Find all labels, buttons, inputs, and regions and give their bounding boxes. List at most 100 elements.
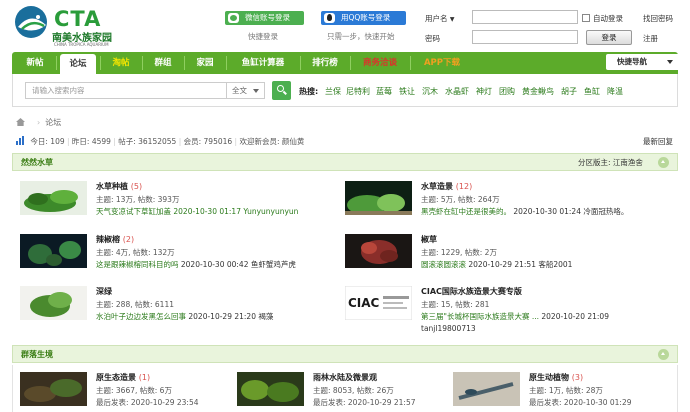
stat-newest-member[interactable]: 欢迎新会员: 颜仙黄 bbox=[239, 137, 304, 146]
svg-text:CIAC: CIAC bbox=[348, 296, 380, 310]
nav-groups[interactable]: 群组 bbox=[146, 52, 180, 74]
nav-business[interactable]: 商务洽谈 bbox=[354, 52, 406, 74]
forum-item[interactable]: 雨林水陆及微景观 主题: 8053, 帖数: 26万 最后发表: 2020-10… bbox=[237, 372, 447, 412]
qq-login-button[interactable]: 用QQ账号登录 bbox=[321, 11, 406, 25]
breadcrumb: › 论坛 bbox=[16, 117, 61, 128]
stats-chart-icon bbox=[16, 136, 26, 145]
nav-divider bbox=[100, 56, 101, 70]
forum-thumbnail bbox=[345, 234, 412, 268]
forum-item[interactable]: 辣椒榕 (2) 主题: 4万, 帖数: 132万 这是跟辣椒榕同科目的吗 202… bbox=[20, 234, 340, 274]
nav-new-posts[interactable]: 新帖 bbox=[18, 52, 52, 74]
username-label[interactable]: 用户名 ▼ bbox=[425, 13, 455, 24]
nav-forum[interactable]: 论坛 bbox=[60, 54, 96, 74]
search-input[interactable]: 请输入搜索内容 bbox=[25, 82, 227, 99]
nav-app-download[interactable]: APP下载 bbox=[414, 52, 470, 74]
forum-stats-line: 主题: 8053, 帖数: 26万 bbox=[313, 386, 394, 395]
forum-last-poster[interactable]: tanjl19800713 bbox=[421, 324, 476, 333]
qq-icon bbox=[324, 13, 335, 23]
header: CTA 南美水族家园 CHINA TROPICA AQUARIUM 微信账号登录… bbox=[0, 0, 690, 52]
hot-search-item[interactable]: 降温 bbox=[607, 86, 623, 97]
forum-stats-line: 主题: 288, 帖数: 6111 bbox=[96, 300, 174, 309]
hot-search-item[interactable]: 团购 bbox=[499, 86, 515, 97]
hot-search-item[interactable]: 黄金鳅鸟 bbox=[522, 86, 554, 97]
collapse-icon[interactable] bbox=[658, 349, 669, 360]
forum-stats-line: 主题: 13万, 帖数: 393万 bbox=[96, 195, 180, 204]
forum-stats-line: 主题: 1万, 帖数: 28万 bbox=[529, 386, 603, 395]
hot-search-item[interactable]: 蓝莓 bbox=[376, 86, 392, 97]
forum-stats-line: 主题: 1229, 帖数: 2万 bbox=[421, 248, 497, 257]
forum-thumbnail: CIAC bbox=[345, 286, 412, 320]
forum-item[interactable]: 原生态造景 (1) 主题: 3667, 帖数: 6万 最后发表: 2020-10… bbox=[20, 372, 230, 412]
latest-replies-link[interactable]: 最新回复 bbox=[643, 136, 673, 147]
forum-last-post: 最后发表: 2020-10-29 23:54 bbox=[96, 398, 199, 407]
forum-title: CIAC国际水族造景大赛专版 bbox=[421, 287, 522, 296]
forum-title: 原生动植物 (3) bbox=[529, 373, 584, 382]
username-input[interactable] bbox=[472, 10, 578, 24]
forum-thumbnail bbox=[20, 234, 87, 268]
forum-last-post: 第三届"长城杯国际水族造景大赛 ... 2020-10-20 21:09 bbox=[421, 312, 609, 321]
hot-search-item[interactable]: 尼特利 bbox=[346, 86, 370, 97]
forum-item[interactable]: CIAC CIAC国际水族造景大赛专版 主题: 15, 帖数: 281 第三届"… bbox=[345, 286, 675, 338]
hot-search-item[interactable]: 神灯 bbox=[476, 86, 492, 97]
hot-search-item[interactable]: 沉木 bbox=[422, 86, 438, 97]
section-moderator: 分区版主: 江南渔舍 bbox=[578, 158, 643, 167]
hot-search-item[interactable]: 水晶虾 bbox=[445, 86, 469, 97]
nav-tank-calculator[interactable]: 鱼缸计算器 bbox=[230, 52, 296, 74]
stat-yesterday: 昨日: 4599 bbox=[71, 137, 111, 146]
forum-last-post[interactable]: 天气变凉试下草缸加盖 2020-10-30 01:17 Yunyunyunyun bbox=[96, 206, 298, 217]
forum-item[interactable]: 椒草 主题: 1229, 帖数: 2万 圆滚滚圆滚滚 2020-10-29 21… bbox=[345, 234, 675, 274]
logo-name-en: CHINA TROPICA AQUARIUM bbox=[54, 42, 109, 47]
password-input[interactable] bbox=[472, 30, 578, 44]
forum-title: 椒草 bbox=[421, 235, 437, 244]
wechat-icon bbox=[228, 13, 239, 23]
forum-last-post: 最后发表: 2020-10-30 01:29 bbox=[529, 398, 632, 407]
forum-thumbnail bbox=[237, 372, 304, 406]
nav-home[interactable]: 家园 bbox=[188, 52, 222, 74]
collapse-icon[interactable] bbox=[658, 157, 669, 168]
forum-item[interactable]: 深绿 主题: 288, 帖数: 6111 水泊叶子边边发黑怎么回事 2020-1… bbox=[20, 286, 340, 326]
hot-search-label: 热搜: bbox=[299, 87, 319, 96]
stat-today: 今日: 109 bbox=[30, 137, 65, 146]
nav-rankings[interactable]: 排行榜 bbox=[304, 52, 346, 74]
forgot-password-link[interactable]: 找回密码 bbox=[643, 13, 673, 24]
login-button[interactable]: 登录 bbox=[586, 30, 632, 45]
search-button[interactable] bbox=[272, 81, 291, 100]
search-scope-select[interactable]: 全文 bbox=[227, 82, 265, 99]
hot-search-item[interactable]: 胡子 bbox=[561, 86, 577, 97]
forum-title: 深绿 bbox=[96, 287, 112, 296]
forum-item[interactable]: 水草造景 (12) 主题: 5万, 帖数: 264万 黑壳虾在缸中还是很美的。 … bbox=[345, 181, 675, 221]
forum-item[interactable]: 原生动植物 (3) 主题: 1万, 帖数: 28万 最后发表: 2020-10-… bbox=[453, 372, 675, 412]
forum-thumbnail bbox=[453, 372, 520, 406]
forum-stats-line: 主题: 15, 帖数: 281 bbox=[421, 300, 490, 309]
nav-divider bbox=[226, 56, 227, 70]
forum-thumbnail bbox=[345, 181, 412, 215]
wechat-login-sub: 快捷登录 bbox=[248, 32, 278, 41]
home-icon[interactable] bbox=[16, 118, 25, 126]
site-logo[interactable]: CTA 南美水族家园 CHINA TROPICA AQUARIUM bbox=[14, 5, 124, 49]
password-label: 密码 bbox=[425, 34, 440, 43]
section-title[interactable]: 然然水草 bbox=[21, 157, 53, 168]
quick-nav-label: 快捷导航 bbox=[617, 57, 647, 66]
search-bar: 请输入搜索内容 全文 热搜: 兰保 尼特利 蓝莓 铁让 沉木 水晶虾 神灯 团购… bbox=[12, 74, 678, 107]
quick-nav-dropdown[interactable]: 快捷导航 bbox=[606, 54, 681, 70]
forum-title: 水草种植 (5) bbox=[96, 182, 143, 191]
forum-stats-line: 主题: 3667, 帖数: 6万 bbox=[96, 386, 172, 395]
wechat-login-button[interactable]: 微信账号登录 bbox=[225, 11, 304, 25]
main-nav: 新帖 论坛 淘帖 群组 家园 鱼缸计算器 排行榜 商务洽谈 APP下载 快捷导航 bbox=[12, 52, 681, 74]
forum-title: 辣椒榕 (2) bbox=[96, 235, 135, 244]
auto-login-label: 自动登录 bbox=[593, 14, 623, 23]
forum-thumbnail bbox=[20, 372, 87, 406]
forum-stats: 今日: 109 | 昨日: 4599 | 帖子: 36152055 | 会员: … bbox=[16, 136, 304, 147]
forum-item[interactable]: 水草种植 (5) 主题: 13万, 帖数: 393万 天气变凉试下草缸加盖 20… bbox=[20, 181, 340, 221]
register-link[interactable]: 注册 bbox=[643, 33, 658, 44]
hot-search-item[interactable]: 铁让 bbox=[399, 86, 415, 97]
nav-taotie[interactable]: 淘帖 bbox=[104, 52, 138, 74]
breadcrumb-forum[interactable]: 论坛 bbox=[45, 118, 61, 127]
forum-title: 雨林水陆及微景观 bbox=[313, 373, 377, 382]
section-title[interactable]: 群落生境 bbox=[21, 349, 53, 360]
nav-divider bbox=[56, 56, 57, 70]
hot-search-item[interactable]: 鱼缸 bbox=[584, 86, 600, 97]
hot-search-item[interactable]: 兰保 bbox=[325, 86, 341, 97]
qq-login-sub: 只需一步，快速开始 bbox=[327, 32, 395, 41]
auto-login-checkbox[interactable] bbox=[582, 14, 590, 22]
